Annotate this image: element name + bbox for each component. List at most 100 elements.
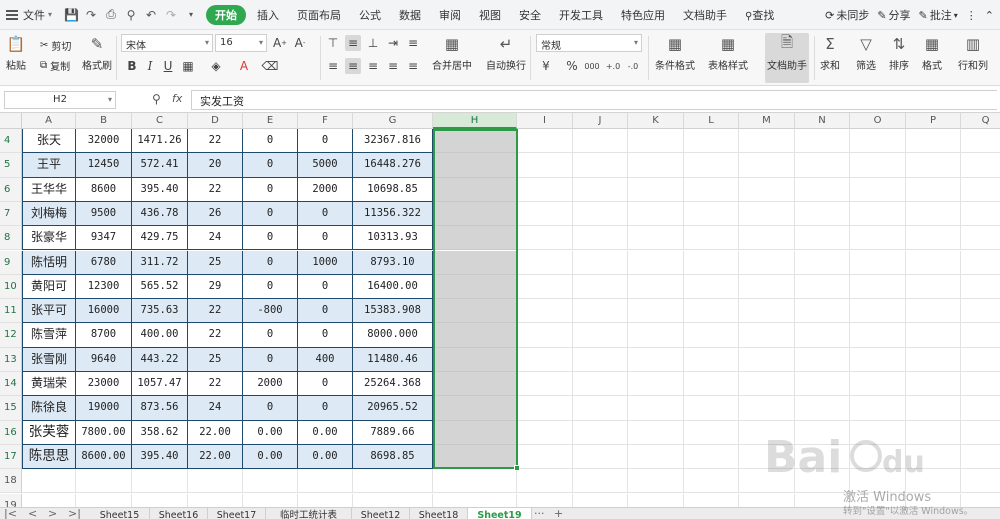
cell-g17[interactable]: 8698.85 [353, 444, 433, 470]
cell-e8[interactable]: 0 [243, 226, 298, 251]
cell-b7[interactable]: 9500 [76, 201, 132, 227]
cell-c15[interactable]: 873.56 [132, 396, 188, 421]
cell-o4[interactable] [850, 129, 906, 154]
column-header-h[interactable]: H [433, 113, 517, 129]
cell-m16[interactable] [739, 420, 795, 445]
cell-h18[interactable] [433, 469, 517, 494]
column-header-j[interactable]: J [573, 113, 628, 129]
cell-a7[interactable]: 刘梅梅 [22, 201, 76, 227]
cell-p11[interactable] [906, 299, 961, 324]
cell-a9[interactable]: 陈恬明 [22, 250, 76, 275]
number-format-select[interactable]: 常规 ▾ [536, 34, 642, 52]
last-sheet-icon[interactable]: >| [68, 508, 81, 519]
sync-status[interactable]: ⟳ 未同步 [825, 7, 869, 23]
cell-o9[interactable] [850, 250, 906, 275]
cell-o11[interactable] [850, 299, 906, 324]
cell-c4[interactable]: 1471.26 [132, 129, 188, 154]
fx-icon[interactable]: fx [172, 92, 182, 105]
cell-a8[interactable]: 张豪华 [22, 226, 76, 251]
cell-b10[interactable]: 12300 [76, 274, 132, 300]
cell-b13[interactable]: 9640 [76, 347, 132, 372]
cell-e4[interactable]: 0 [243, 129, 298, 154]
cell-o17[interactable] [850, 444, 906, 470]
row-header[interactable]: 11 [0, 299, 22, 324]
sheet-tab[interactable]: 临时工统计表 [266, 508, 352, 519]
cell-o8[interactable] [850, 226, 906, 251]
cell-l6[interactable] [684, 177, 739, 202]
cell-l4[interactable] [684, 129, 739, 154]
cell-h5[interactable] [433, 153, 517, 178]
cell-k13[interactable] [628, 347, 684, 372]
doc-assistant-button[interactable]: 🗎 文档助手 [767, 33, 807, 73]
cell-f10[interactable]: 0 [298, 274, 353, 300]
cell-o13[interactable] [850, 347, 906, 372]
cell-j19[interactable] [573, 493, 628, 507]
fill-color-icon[interactable]: ◈ [208, 58, 224, 74]
cell-n8[interactable] [795, 226, 850, 251]
cell-c10[interactable]: 565.52 [132, 274, 188, 300]
cell-l10[interactable] [684, 274, 739, 300]
cell-b5[interactable]: 12450 [76, 153, 132, 178]
sheet-tab[interactable]: Sheet12 [352, 508, 410, 519]
sheet-tab[interactable]: Sheet17 [208, 508, 266, 519]
cell-b11[interactable]: 16000 [76, 299, 132, 324]
cell-i16[interactable] [517, 420, 573, 445]
cell-i10[interactable] [517, 274, 573, 300]
cell-m12[interactable] [739, 323, 795, 348]
row-header[interactable]: 7 [0, 201, 22, 227]
cell-i14[interactable] [517, 372, 573, 397]
align-right-icon[interactable]: ≡ [365, 58, 381, 74]
cell-n14[interactable] [795, 372, 850, 397]
row-header[interactable]: 9 [0, 250, 22, 275]
cell-c8[interactable]: 429.75 [132, 226, 188, 251]
cell-b8[interactable]: 9347 [76, 226, 132, 251]
cell-e12[interactable]: 0 [243, 323, 298, 348]
align-center-icon[interactable]: ≡ [345, 58, 361, 74]
cell-q4[interactable] [961, 129, 1000, 154]
row-header[interactable]: 17 [0, 444, 22, 470]
cell-l5[interactable] [684, 153, 739, 178]
cell-c7[interactable]: 436.78 [132, 201, 188, 227]
cell-p13[interactable] [906, 347, 961, 372]
cell-g7[interactable]: 11356.322 [353, 201, 433, 227]
cell-b6[interactable]: 8600 [76, 177, 132, 202]
cell-h9[interactable] [433, 250, 517, 275]
cell-q16[interactable] [961, 421, 1000, 445]
cell-k15[interactable] [628, 396, 684, 421]
cell-o7[interactable] [850, 201, 906, 227]
cell-q9[interactable] [961, 251, 1000, 275]
justify-icon[interactable]: ≡ [385, 58, 401, 74]
cell-a12[interactable]: 陈雪萍 [22, 323, 76, 348]
cell-b4[interactable]: 32000 [76, 129, 132, 154]
cell-k7[interactable] [628, 201, 684, 227]
file-menu[interactable]: 文件 ▾ [0, 0, 58, 30]
column-header-i[interactable]: I [517, 113, 573, 129]
cell-m19[interactable] [739, 493, 795, 507]
cell-j4[interactable] [573, 129, 628, 154]
cell-h4[interactable] [433, 129, 517, 154]
column-header-a[interactable]: A [22, 113, 76, 129]
cell-i7[interactable] [517, 201, 573, 227]
cell-d10[interactable]: 29 [188, 274, 243, 300]
tab-doc-assistant[interactable]: 文档助手 [676, 5, 734, 25]
cell-p4[interactable] [906, 129, 961, 154]
row-header[interactable]: 8 [0, 226, 22, 251]
sheet-tab[interactable]: Sheet16 [150, 508, 208, 519]
print-icon[interactable]: ⎙ [104, 7, 118, 22]
sheet-tab[interactable]: Sheet18 [410, 508, 468, 519]
cell-o14[interactable] [850, 372, 906, 397]
cell-b12[interactable]: 8700 [76, 323, 132, 348]
cell-q11[interactable] [961, 299, 1000, 324]
cell-q7[interactable] [961, 202, 1000, 227]
cell-a10[interactable]: 黄阳可 [22, 274, 76, 300]
increase-decimal-icon[interactable]: +.0 [605, 58, 621, 74]
row-header[interactable]: 12 [0, 323, 22, 348]
cell-q10[interactable] [961, 275, 1000, 300]
more-sheets-icon[interactable]: ··· [534, 508, 545, 519]
cell-e16[interactable]: 0.00 [243, 420, 298, 445]
cell-c17[interactable]: 395.40 [132, 444, 188, 470]
cell-n5[interactable] [795, 153, 850, 178]
cell-m13[interactable] [739, 347, 795, 372]
cell-c19[interactable] [132, 493, 188, 507]
underline-icon[interactable]: U [160, 58, 176, 74]
